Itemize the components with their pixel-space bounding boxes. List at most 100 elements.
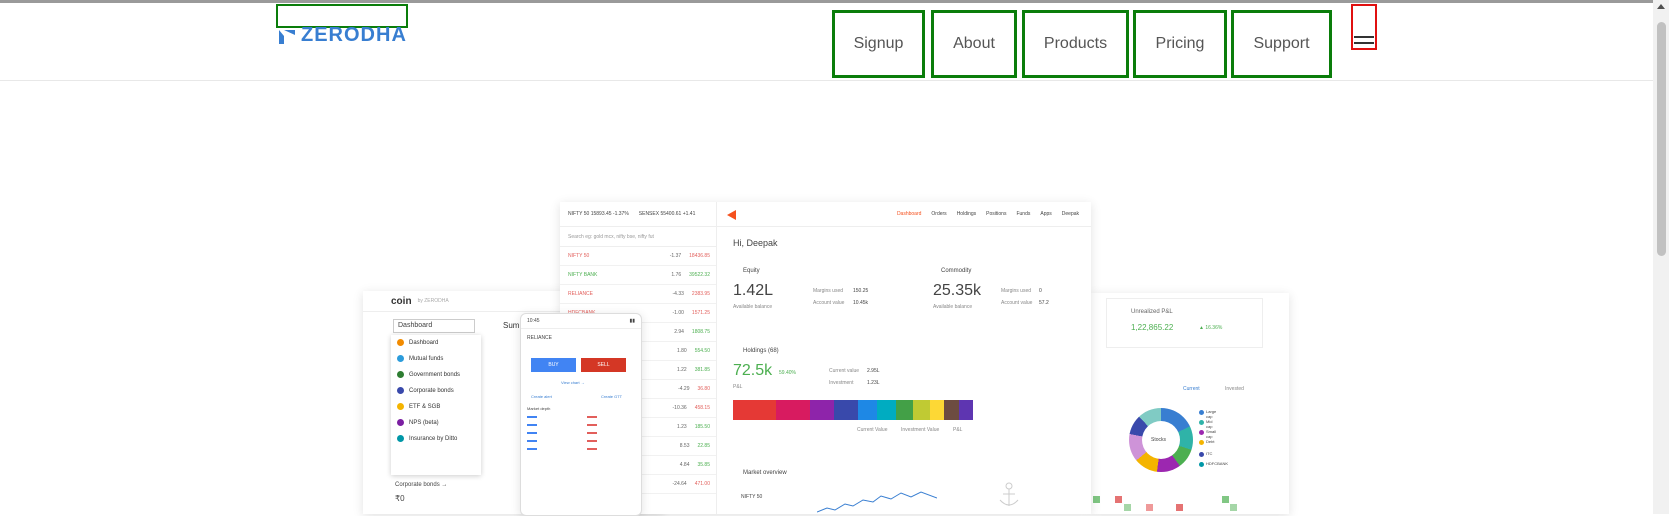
- watchlist-change: 1.23: [676, 424, 687, 430]
- commodity-margins-used: 0: [1039, 288, 1042, 294]
- bar-segment: [733, 400, 777, 420]
- mobile-status-bar: 10:45 ▮▮: [521, 314, 641, 329]
- watchlist-change: -10.36: [672, 405, 687, 411]
- watchlist-values: 4.84 35.85: [680, 462, 710, 474]
- kite-nav-item: Funds: [1016, 211, 1031, 217]
- hamburger-menu-icon[interactable]: [1351, 4, 1377, 50]
- mobile-time: 10:45: [527, 318, 540, 324]
- watchlist-values: 8.53 22.85: [680, 443, 710, 455]
- watchlist-row: NIFTY 50 -1.37 18436.85: [560, 247, 716, 266]
- scroll-up-arrow-icon[interactable]: [1657, 4, 1665, 9]
- mobile-order-buttons: BUY SELL: [531, 358, 626, 372]
- logo-text: ZERODHA: [301, 24, 407, 46]
- kite-dashboard: Dashboard Orders Holdings Positions Fund…: [717, 202, 1091, 514]
- heatmap-cell: [1093, 496, 1100, 503]
- menu-line: [1354, 36, 1374, 38]
- nav-support[interactable]: Support: [1231, 10, 1332, 78]
- watchlist-values: -1.00 1571.25: [673, 310, 710, 322]
- current-value-label: Current value: [829, 368, 860, 374]
- coin-menu-item: Corporate bonds: [391, 383, 481, 399]
- vertical-scrollbar[interactable]: [1653, 0, 1669, 514]
- watchlist-price: 2383.95: [691, 291, 710, 297]
- watchlist-change: -4.29: [678, 386, 690, 392]
- market-overview-label: Market overview: [743, 470, 787, 476]
- account-value-label: Account value: [1001, 300, 1033, 306]
- margins-used-label: Margins used: [813, 288, 844, 294]
- mobile-market-depth: Market depth: [527, 406, 551, 411]
- kite-ticker: NIFTY 50 15893.45 -1.37% SENSEX 55400.61…: [560, 202, 716, 227]
- anchor-icon: [999, 482, 1019, 506]
- investment-value: 1.23L: [867, 380, 880, 386]
- heatmap-cell: [1146, 504, 1153, 511]
- coin-footer-label: Corporate bonds →: [395, 482, 448, 488]
- watchlist-price: 36.80: [697, 386, 710, 392]
- watchlist-symbol: RELIANCE: [568, 291, 594, 297]
- coin-menu: Dashboard Mutual funds Government bonds …: [391, 335, 481, 475]
- mobile-create-alert: Create alert: [531, 394, 552, 399]
- current-value: 2.95L: [867, 368, 880, 374]
- watchlist-values: -4.29 36.80: [678, 386, 710, 398]
- holdings-bar: [733, 400, 973, 420]
- heatmap-cell: [1230, 504, 1237, 511]
- kite-nav-item: Deepak: [1061, 211, 1079, 217]
- commodity-label: Commodity: [941, 268, 972, 274]
- legend-label: Small cap: [1206, 429, 1217, 439]
- mobile-sell-button: SELL: [581, 358, 626, 372]
- watchlist-price: 1808.75: [691, 329, 710, 335]
- watchlist-price: 18436.85: [689, 253, 710, 259]
- kite-nav: Dashboard Orders Holdings Positions Fund…: [717, 202, 1091, 227]
- nav-about[interactable]: About: [931, 10, 1017, 78]
- holdings-pct: 59.40%: [779, 370, 796, 376]
- legend-current: Current Value: [857, 427, 888, 433]
- watchlist-change: 1.80: [676, 348, 687, 354]
- legend-label: HDFCBANK: [1206, 461, 1229, 466]
- watchlist-values: -10.36 458.15: [673, 405, 710, 417]
- watchlist-change: 8.53: [679, 443, 690, 449]
- donut-center-label: Stocks: [1151, 437, 1167, 443]
- equity-margins-used: 150.25: [853, 288, 869, 294]
- heatmap-cell: [1222, 496, 1229, 503]
- watchlist-price: 39522.32: [689, 272, 710, 278]
- watchlist-price: 458.15: [694, 405, 710, 411]
- watchlist-change: -4.33: [672, 291, 684, 297]
- mobile-view-chart: View chart →: [561, 380, 585, 385]
- holdings-sub: P&L: [733, 384, 743, 390]
- bar-segment: [833, 400, 858, 420]
- ticker-nifty: NIFTY 50 15893.45 -1.37%: [568, 211, 629, 217]
- nav-products[interactable]: Products: [1022, 10, 1129, 78]
- legend-dot: [1199, 462, 1204, 467]
- watchlist-values: 1.80 554.50: [677, 348, 710, 360]
- unrealized-label: Unrealized P&L: [1131, 309, 1173, 315]
- legend-pnl: P&L: [953, 427, 963, 433]
- watchlist-change: 1.76: [671, 272, 682, 278]
- equity-account-value: 10.45k: [853, 300, 869, 306]
- toggle-invested: Invested: [1225, 386, 1244, 392]
- equity-value: 1.42L: [733, 282, 774, 299]
- legend-label: ITC: [1206, 451, 1213, 456]
- kite-nav-item: Holdings: [956, 211, 977, 217]
- bar-segment: [809, 400, 834, 420]
- kite-nav-item: Positions: [986, 211, 1007, 217]
- coin-menu-item: NPS (beta): [391, 415, 481, 431]
- watchlist-change: 2.94: [674, 329, 684, 335]
- scroll-thumb[interactable]: [1657, 22, 1666, 256]
- zerodha-logo[interactable]: ZERODHA: [279, 24, 407, 47]
- watchlist-change: -1.37: [669, 253, 682, 259]
- kite-nav-item: Orders: [931, 211, 947, 217]
- coin-logo: coin: [391, 295, 412, 307]
- market-line-chart: [817, 491, 937, 513]
- watchlist-price: 185.50: [694, 424, 710, 430]
- nav-signup[interactable]: Signup: [832, 10, 925, 78]
- commodity-account-value: 57.2: [1039, 300, 1049, 306]
- unrealized-pct: ▲ 16.36%: [1199, 325, 1223, 331]
- coin-footer-value: ₹0: [395, 494, 405, 503]
- watchlist-change: 4.84: [679, 462, 690, 468]
- nav-pricing[interactable]: Pricing: [1133, 10, 1227, 78]
- mobile-buy-button: BUY: [531, 358, 576, 372]
- bar-segment: [876, 400, 897, 420]
- watchlist-change: 1.22: [676, 367, 687, 373]
- holdings-label: Holdings (68): [743, 348, 779, 354]
- unrealized-pnl-box: Unrealized P&L 1,22,865.22 ▲ 16.36%: [1106, 298, 1263, 348]
- watchlist-values: -24.64 471.00: [673, 481, 710, 493]
- legend-label: Mid cap: [1206, 419, 1213, 429]
